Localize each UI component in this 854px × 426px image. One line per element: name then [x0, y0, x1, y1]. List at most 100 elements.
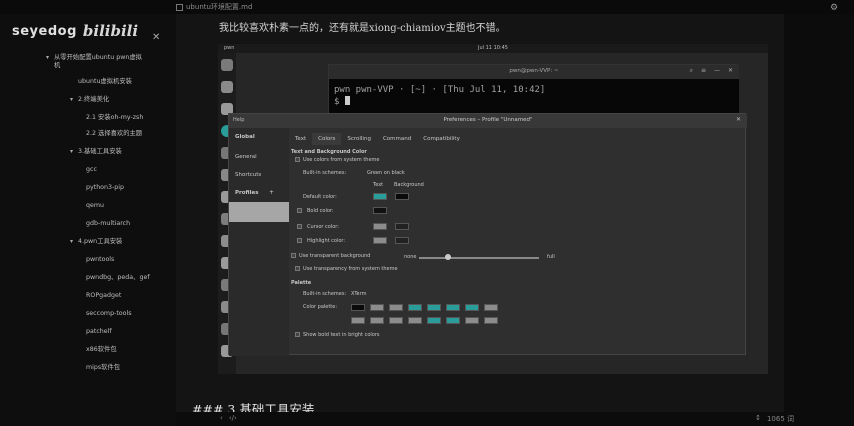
- cursor-bg-swatch[interactable]: [395, 223, 409, 230]
- cursor-color-checkbox[interactable]: [297, 224, 302, 229]
- cursor-color-label: Cursor color:: [307, 224, 339, 230]
- palette-swatch[interactable]: [389, 317, 403, 324]
- status-left: ‹ ‹/›: [220, 414, 237, 422]
- file-tab[interactable]: ubuntu环境配置.md: [176, 2, 252, 12]
- show-bold-checkbox[interactable]: [295, 332, 300, 337]
- outline-item[interactable]: pwntools: [86, 256, 114, 264]
- search-icon[interactable]: ⌕: [690, 67, 693, 75]
- transparency-system-checkbox[interactable]: [295, 266, 300, 271]
- close-icon[interactable]: ✕: [736, 116, 741, 123]
- tab-compatibility[interactable]: Compatibility: [417, 133, 466, 145]
- uploader-handle: seyedog: [12, 23, 77, 39]
- palette-swatch[interactable]: [427, 304, 441, 311]
- collapse-arrow-icon[interactable]: ▾: [70, 96, 73, 103]
- slider-max-label: full: [547, 254, 555, 260]
- outline-item[interactable]: mips软件包: [86, 364, 120, 372]
- transparency-slider[interactable]: [419, 257, 539, 259]
- minimize-icon[interactable]: —: [714, 67, 720, 75]
- transparency-system-label: Use transparency from system theme: [303, 266, 398, 272]
- outline-item[interactable]: 2.1 安装oh-my-zsh: [86, 114, 143, 122]
- text-cursor: [344, 96, 350, 105]
- default-bg-swatch[interactable]: [395, 193, 409, 200]
- palette-swatch[interactable]: [408, 317, 422, 324]
- palette-builtin-label: Built-in schemes:: [303, 291, 347, 297]
- collapse-arrow-icon[interactable]: ▾: [70, 148, 73, 155]
- vm-clock: Jul 11 10:45: [478, 45, 508, 51]
- back-icon[interactable]: ‹: [220, 414, 223, 422]
- outline-item[interactable]: 4.pwn工具安装: [78, 238, 122, 246]
- outline-item[interactable]: ubuntu虚拟机安装: [78, 78, 132, 86]
- outline-item[interactable]: pwndbg、peda、gef: [86, 274, 150, 282]
- collapse-arrow-icon[interactable]: ▾: [46, 54, 49, 61]
- outline-item[interactable]: x86软件包: [86, 346, 117, 354]
- collapse-arrow-icon[interactable]: ▾: [70, 238, 73, 245]
- slider-min-label: none: [404, 254, 417, 260]
- outline-item[interactable]: 2.终端美化: [78, 96, 109, 104]
- terminal-buttons: ⌕ ≡ — ✕: [690, 67, 733, 75]
- palette-swatch[interactable]: [351, 317, 365, 324]
- palette-swatch[interactable]: [427, 317, 441, 324]
- use-system-checkbox[interactable]: [295, 157, 300, 162]
- outline-item[interactable]: 2.2 选择喜欢的主题: [86, 130, 142, 138]
- tab-colors[interactable]: Colors: [312, 133, 342, 145]
- selected-profile[interactable]: [229, 202, 289, 222]
- default-text-swatch[interactable]: [373, 193, 387, 200]
- transparency-slider-knob[interactable]: [445, 254, 451, 260]
- col-bg-label: Background: [394, 182, 424, 188]
- prefs-sidebar: Global General Shortcuts Profiles +: [229, 128, 289, 356]
- video-watermark: seyedog bilibili: [12, 22, 138, 40]
- highlight-bg-swatch[interactable]: [395, 237, 409, 244]
- palette-swatch[interactable]: [465, 304, 479, 311]
- add-profile-button[interactable]: +: [269, 189, 274, 196]
- highlight-color-checkbox[interactable]: [297, 238, 302, 243]
- builtin-select[interactable]: Green on black: [367, 170, 405, 176]
- outline-item[interactable]: seccomp-tools: [86, 310, 132, 318]
- color-palette-label: Color palette:: [303, 304, 338, 310]
- bold-color-checkbox[interactable]: [297, 208, 302, 213]
- col-text-label: Text: [373, 182, 384, 188]
- close-icon[interactable]: ✕: [728, 67, 733, 75]
- side-item-shortcuts[interactable]: Shortcuts: [235, 172, 261, 178]
- terminal-title: pwn@pwn-VVP: ~: [509, 68, 559, 74]
- outline-item[interactable]: 机: [54, 62, 60, 70]
- palette-swatch[interactable]: [484, 317, 498, 324]
- palette-swatch[interactable]: [370, 317, 384, 324]
- highlight-fg-swatch[interactable]: [373, 237, 387, 244]
- dock-app-icon: [221, 81, 233, 93]
- tab-command[interactable]: Command: [377, 133, 417, 145]
- palette-select[interactable]: XTerm: [351, 291, 366, 297]
- bold-swatch[interactable]: [373, 207, 387, 214]
- tab-scrolling[interactable]: Scrolling: [341, 133, 377, 145]
- outline-item[interactable]: ROPgadget: [86, 292, 121, 300]
- tab-text[interactable]: Text: [289, 133, 312, 145]
- palette-swatch[interactable]: [484, 304, 498, 311]
- prompt-symbol: $: [334, 97, 345, 107]
- outline-item[interactable]: patchelf: [86, 328, 112, 336]
- palette-swatch[interactable]: [465, 317, 479, 324]
- word-count: 1065 词: [766, 415, 794, 423]
- palette-swatch[interactable]: [370, 304, 384, 311]
- outline-item[interactable]: qemu: [86, 202, 104, 210]
- settings-icon[interactable]: ⚙: [830, 3, 838, 13]
- outline-item[interactable]: 3.基础工具安装: [78, 148, 122, 156]
- palette-swatch[interactable]: [446, 304, 460, 311]
- section-text-bg: Text and Background Color: [291, 149, 367, 155]
- scroll-icon[interactable]: ↕: [755, 414, 761, 424]
- close-sidebar-icon[interactable]: ✕: [152, 32, 160, 43]
- cursor-fg-swatch[interactable]: [373, 223, 387, 230]
- transparent-bg-checkbox[interactable]: [291, 253, 296, 258]
- palette-swatch[interactable]: [408, 304, 422, 311]
- outline-item[interactable]: python3-pip: [86, 184, 124, 192]
- use-system-label: Use colors from system theme: [303, 157, 380, 163]
- side-item-general[interactable]: General: [235, 154, 257, 160]
- outline-item[interactable]: gcc: [86, 166, 97, 174]
- palette-swatch[interactable]: [389, 304, 403, 311]
- palette-swatch[interactable]: [351, 304, 365, 311]
- editor-window: ubuntu环境配置.md ⚙ seyedog bilibili ✕ 从零开始配…: [0, 0, 854, 426]
- menu-icon[interactable]: ≡: [701, 67, 706, 75]
- outline-item[interactable]: gdb-multiarch: [86, 220, 130, 228]
- palette-swatch[interactable]: [446, 317, 460, 324]
- outline-item[interactable]: 从零开始配置ubuntu pwn虚拟: [54, 54, 142, 62]
- source-toggle-icon[interactable]: ‹/›: [229, 414, 237, 422]
- preferences-dialog: Help Preferences – Profile "Unnamed" ✕ G…: [228, 113, 747, 356]
